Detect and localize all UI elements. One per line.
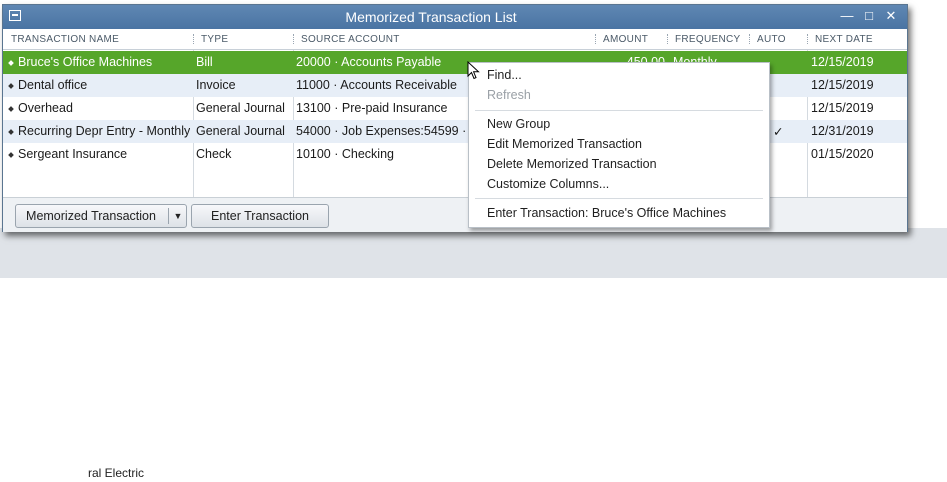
column-divider[interactable] bbox=[595, 34, 597, 44]
table-row[interactable]: Sergeant Insurance Check 10100 · Checkin… bbox=[3, 143, 907, 166]
menu-separator bbox=[475, 110, 763, 111]
checkmark-icon: ✓ bbox=[773, 125, 784, 139]
background-row: ral Electric bbox=[8, 464, 908, 482]
cell-name: Overhead bbox=[18, 101, 73, 115]
column-source-account[interactable]: SOURCE ACCOUNT bbox=[301, 34, 400, 45]
menu-separator bbox=[475, 198, 763, 199]
cell-name: Bruce's Office Machines bbox=[18, 55, 153, 69]
column-divider[interactable] bbox=[193, 34, 195, 44]
column-transaction-name[interactable]: TRANSACTION NAME bbox=[11, 34, 119, 45]
cell-type: Invoice bbox=[196, 78, 236, 92]
context-menu: Find... Refresh New Group Edit Memorized… bbox=[468, 62, 770, 228]
transaction-list: Bruce's Office Machines Bill 20000 · Acc… bbox=[3, 50, 907, 197]
menu-item-find[interactable]: Find... bbox=[487, 68, 522, 84]
table-row[interactable]: Bruce's Office Machines Bill 20000 · Acc… bbox=[3, 51, 907, 74]
cell-name: Sergeant Insurance bbox=[18, 147, 128, 161]
split-divider bbox=[168, 208, 169, 224]
background-row-text: ral Electric bbox=[88, 466, 145, 480]
column-divider[interactable] bbox=[293, 34, 295, 44]
cell-type: Bill bbox=[196, 55, 213, 69]
window-title: Memorized Transaction List bbox=[345, 9, 517, 25]
cell-next-date: 12/15/2019 bbox=[811, 78, 874, 92]
column-amount[interactable]: AMOUNT bbox=[603, 34, 648, 45]
column-next-date[interactable]: NEXT DATE bbox=[815, 34, 873, 45]
background-register: ral Electric bbox=[0, 228, 947, 480]
cell-type: General Journal bbox=[196, 101, 285, 115]
column-header: TRANSACTION NAME TYPE SOURCE ACCOUNT AMO… bbox=[3, 29, 907, 50]
dropdown-arrow-icon[interactable]: ▼ bbox=[171, 205, 185, 227]
cell-name: Recurring Depr Entry - Monthly bbox=[18, 124, 190, 138]
column-type[interactable]: TYPE bbox=[201, 34, 228, 45]
cell-next-date: 12/15/2019 bbox=[811, 55, 874, 69]
cell-type: General Journal bbox=[196, 124, 285, 138]
cell-next-date: 12/15/2019 bbox=[811, 101, 874, 115]
table-row[interactable]: Overhead General Journal 13100 · Pre-pai… bbox=[3, 97, 907, 120]
menu-item-customize-columns[interactable]: Customize Columns... bbox=[487, 177, 609, 193]
title-bar[interactable]: Memorized Transaction List — □ ✕ bbox=[3, 5, 907, 29]
column-divider[interactable] bbox=[667, 34, 669, 44]
memorized-transaction-label: Memorized Transaction bbox=[26, 209, 156, 223]
table-row[interactable]: Dental office Invoice 11000 · Accounts R… bbox=[3, 74, 907, 97]
cell-account: 54000 · Job Expenses:54599 · I bbox=[296, 124, 470, 138]
mouse-pointer-icon bbox=[467, 61, 480, 80]
memorized-transaction-window: Memorized Transaction List — □ ✕ TRANSAC… bbox=[2, 4, 908, 232]
close-icon[interactable]: ✕ bbox=[883, 8, 899, 24]
cell-type: Check bbox=[196, 147, 232, 161]
bullet-icon bbox=[8, 152, 14, 158]
memorized-transaction-menu-button[interactable]: Memorized Transaction ▼ bbox=[15, 204, 187, 228]
menu-item-delete[interactable]: Delete Memorized Transaction bbox=[487, 157, 657, 173]
column-divider[interactable] bbox=[749, 34, 751, 44]
bullet-icon bbox=[8, 60, 14, 66]
maximize-icon[interactable]: □ bbox=[861, 8, 877, 24]
menu-item-new-group[interactable]: New Group bbox=[487, 117, 550, 133]
minimize-icon[interactable]: — bbox=[839, 8, 855, 24]
column-divider[interactable] bbox=[807, 34, 809, 44]
table-row[interactable]: Recurring Depr Entry - Monthly General J… bbox=[3, 120, 907, 143]
bullet-icon bbox=[8, 106, 14, 112]
cell-next-date: 12/31/2019 bbox=[811, 124, 874, 138]
bullet-icon bbox=[8, 129, 14, 135]
cell-name: Dental office bbox=[18, 78, 88, 92]
column-frequency[interactable]: FREQUENCY bbox=[675, 34, 740, 45]
bullet-icon bbox=[8, 83, 14, 89]
menu-item-enter-transaction[interactable]: Enter Transaction: Bruce's Office Machin… bbox=[487, 206, 726, 222]
column-auto[interactable]: AUTO bbox=[757, 34, 786, 45]
menu-item-refresh[interactable]: Refresh bbox=[487, 88, 531, 104]
cell-next-date: 01/15/2020 bbox=[811, 147, 874, 161]
enter-transaction-button[interactable]: Enter Transaction bbox=[191, 204, 329, 228]
button-bar: Memorized Transaction ▼ Enter Transactio… bbox=[3, 197, 907, 232]
menu-item-edit[interactable]: Edit Memorized Transaction bbox=[487, 137, 642, 153]
